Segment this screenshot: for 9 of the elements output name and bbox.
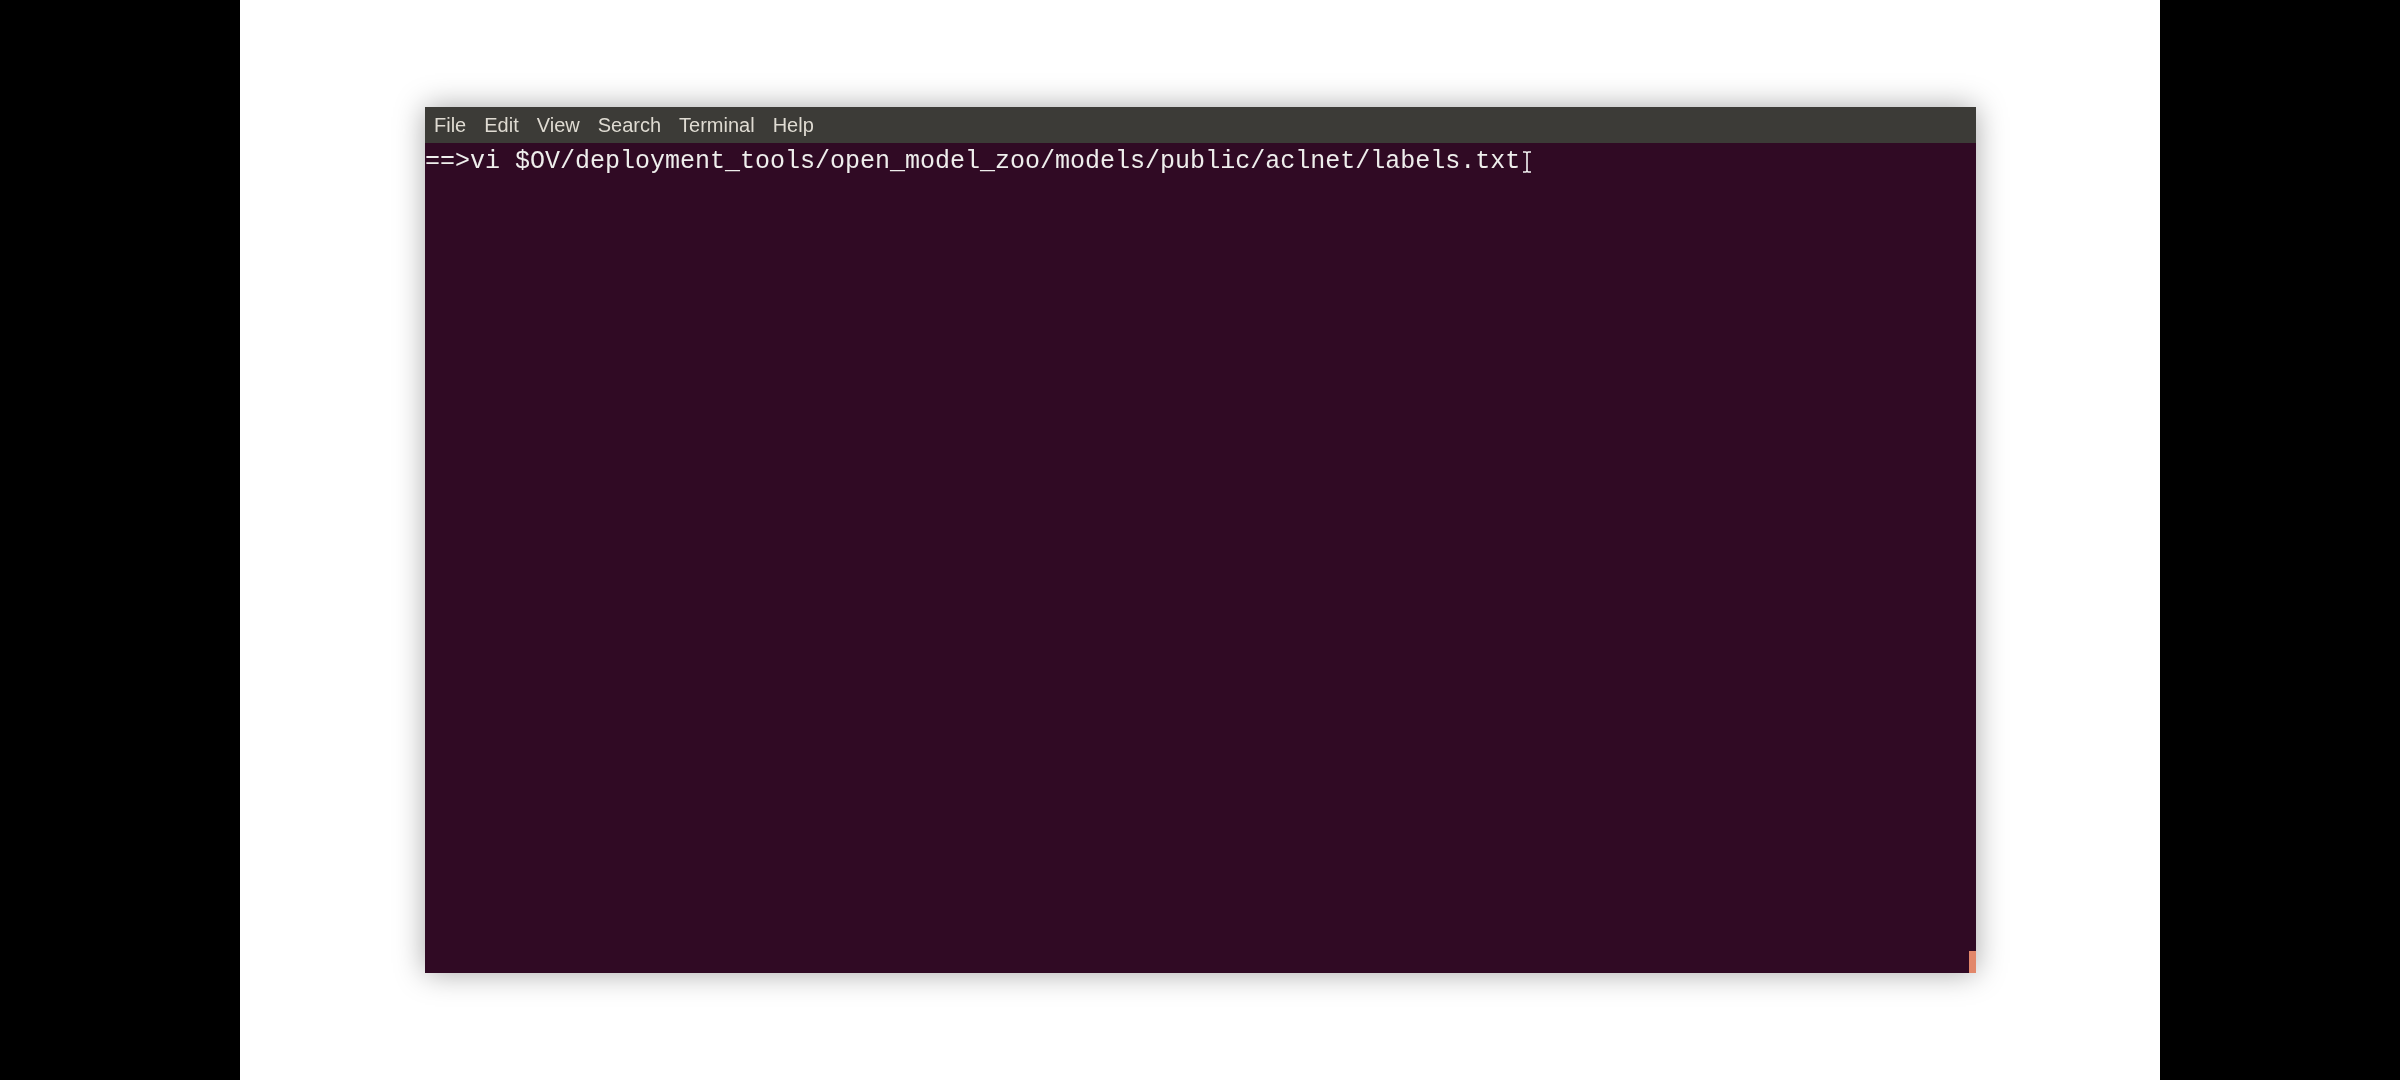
menu-item[interactable]: Help [763, 112, 823, 138]
menu-item[interactable]: File [425, 112, 476, 138]
menu-item[interactable]: Search [588, 112, 671, 138]
i-beam-cursor-icon [1522, 151, 1533, 173]
scrollbar-thumb[interactable] [1969, 951, 1976, 973]
menu-item[interactable]: Edit [475, 112, 528, 138]
terminal-line: ==>vi $OV/deployment_tools/open_model_zoo/models/public/aclnet/labels.txt [425, 146, 1521, 178]
menu-item[interactable]: View [527, 112, 589, 138]
menu-item[interactable]: Terminal [670, 112, 764, 138]
